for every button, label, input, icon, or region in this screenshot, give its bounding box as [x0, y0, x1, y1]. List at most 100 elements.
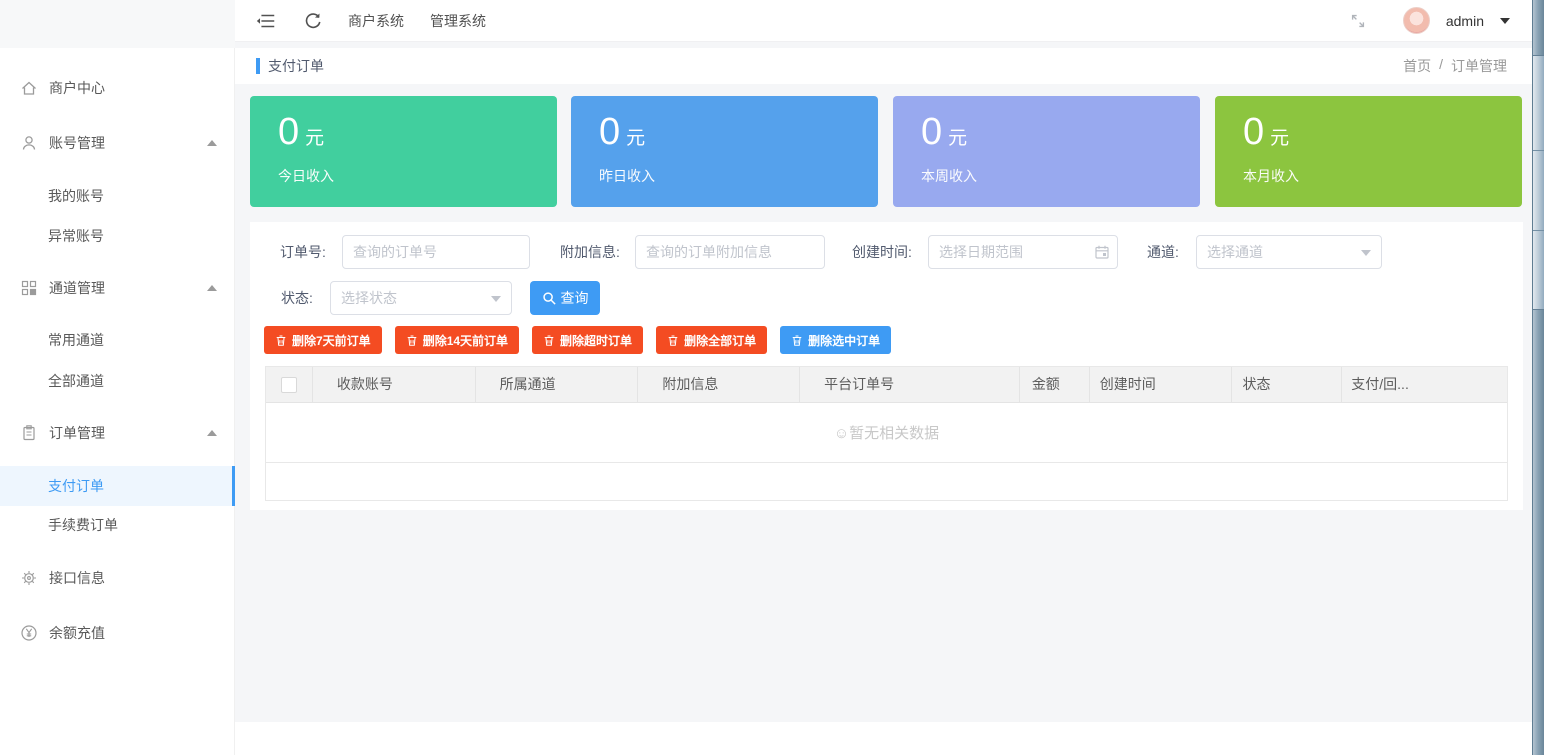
breadcrumb-home-link[interactable]: 首页 [1403, 56, 1431, 76]
user-icon [20, 134, 38, 152]
chevron-down-icon [1361, 250, 1371, 256]
search-button[interactable]: 查询 [530, 281, 600, 315]
breadcrumb: 首页 / 订单管理 [1403, 56, 1507, 76]
channel-select[interactable]: 选择通道 [1196, 235, 1382, 269]
trash-icon [543, 334, 555, 347]
trash-icon [406, 334, 418, 347]
fullscreen-icon[interactable] [1349, 12, 1367, 30]
stat-card-yesterday-income: 0元 昨日收入 [571, 96, 878, 207]
sidebar-item-balance-recharge[interactable]: 余额充值 [0, 613, 235, 653]
date-range-placeholder: 选择日期范围 [939, 244, 1023, 260]
sidebar-subitem-label: 手续费订单 [48, 515, 118, 535]
bulk-actions: 删除7天前订单 删除14天前订单 删除超时订单 删除全部订单 删除选中订单 [264, 326, 891, 354]
channel-label: 通道: [1147, 235, 1179, 269]
delete-7day-orders-button[interactable]: 删除7天前订单 [264, 326, 382, 354]
scrollbar-segment-line [1533, 150, 1544, 151]
table-blank-area [266, 463, 1507, 500]
stat-unit: 元 [1270, 128, 1289, 149]
sidebar-item-order-management[interactable]: 订单管理 [0, 413, 235, 453]
column-header-status: 状态 [1232, 367, 1342, 402]
orders-table: 收款账号 所属通道 附加信息 平台订单号 金额 创建时间 状态 支付/回... … [265, 366, 1508, 501]
extra-info-input[interactable] [635, 235, 825, 269]
chevron-down-icon [491, 296, 501, 302]
stat-unit: 元 [626, 128, 645, 149]
bulk-button-label: 删除超时订单 [560, 332, 632, 349]
sidebar-item-all-channels[interactable]: 全部通道 [0, 361, 235, 401]
sidebar-subitem-label: 支付订单 [48, 476, 104, 496]
gear-icon [20, 569, 38, 587]
trash-icon [791, 334, 803, 347]
sidebar-subitem-label: 异常账号 [48, 226, 104, 246]
sidebar-item-channel-management[interactable]: 通道管理 [0, 268, 235, 308]
stat-value: 0 [278, 111, 299, 153]
user-menu-caret-icon[interactable] [1500, 18, 1510, 24]
user-name: admin [1446, 13, 1484, 29]
status-select[interactable]: 选择状态 [330, 281, 512, 315]
yen-circle-icon [20, 624, 38, 642]
stat-unit: 元 [305, 128, 324, 149]
delete-timeout-orders-button[interactable]: 删除超时订单 [532, 326, 643, 354]
table-header-row: 收款账号 所属通道 附加信息 平台订单号 金额 创建时间 状态 支付/回... [266, 367, 1507, 403]
sidebar-item-my-accounts[interactable]: 我的账号 [0, 176, 235, 216]
title-accent-bar [256, 58, 260, 74]
sidebar-item-merchant-center[interactable]: 商户中心 [0, 68, 235, 108]
collapse-arrow-icon [207, 285, 217, 291]
sidebar-item-label: 订单管理 [49, 423, 105, 443]
calendar-icon [1094, 244, 1110, 260]
trash-icon [667, 334, 679, 347]
search-button-label: 查询 [561, 288, 589, 308]
collapse-arrow-icon [207, 140, 217, 146]
scrollbar-segment-line [1533, 230, 1544, 231]
tab-merchant-system[interactable]: 商户系统 [348, 11, 404, 31]
sidebar-item-api-info[interactable]: 接口信息 [0, 558, 235, 598]
sidebar-item-label: 余额充值 [49, 623, 105, 643]
bulk-button-label: 删除14天前订单 [423, 332, 508, 349]
table-header-checkbox-cell [266, 367, 313, 402]
sidebar-item-label: 接口信息 [49, 568, 105, 588]
vertical-scrollbar-track[interactable] [1532, 0, 1544, 755]
refresh-icon[interactable] [303, 11, 322, 30]
tab-admin-system[interactable]: 管理系统 [430, 11, 486, 31]
date-range-input[interactable]: 选择日期范围 [928, 235, 1118, 269]
stat-label: 本周收入 [921, 166, 977, 186]
column-header-extra-info: 附加信息 [638, 367, 800, 402]
user-avatar[interactable] [1403, 7, 1430, 34]
stat-card-today-income: 0元 今日收入 [250, 96, 557, 207]
stat-value: 0 [1243, 111, 1264, 153]
column-header-payee-account: 收款账号 [313, 367, 476, 402]
table-empty-state: ☺暂无相关数据 [266, 403, 1507, 463]
sidebar-item-label: 商户中心 [49, 78, 105, 98]
stat-unit: 元 [948, 128, 967, 149]
delete-selected-orders-button[interactable]: 删除选中订单 [780, 326, 891, 354]
sidebar-item-payment-orders[interactable]: 支付订单 [0, 466, 235, 506]
trash-icon [275, 334, 287, 347]
sidebar-item-label: 账号管理 [49, 133, 105, 153]
topbar: 商户系统 管理系统 admin [235, 0, 1532, 42]
status-placeholder: 选择状态 [341, 290, 397, 306]
stat-value: 0 [599, 111, 620, 153]
stat-value: 0 [921, 111, 942, 153]
column-header-channel: 所属通道 [476, 367, 639, 402]
breadcrumb-current: 订单管理 [1451, 56, 1507, 76]
select-all-checkbox[interactable] [281, 377, 297, 393]
sidebar-subitem-label: 常用通道 [48, 330, 104, 350]
order-no-input[interactable] [342, 235, 530, 269]
channel-placeholder: 选择通道 [1207, 244, 1263, 260]
vertical-scrollbar-thumb[interactable] [1533, 55, 1544, 310]
sidebar-item-account-management[interactable]: 账号管理 [0, 123, 235, 163]
page-title: 支付订单 [268, 56, 324, 76]
stat-label: 本月收入 [1243, 166, 1299, 186]
sidebar-fold-icon[interactable] [255, 10, 277, 32]
delete-14day-orders-button[interactable]: 删除14天前订单 [395, 326, 519, 354]
order-no-label: 订单号: [280, 235, 326, 269]
sidebar-item-fee-orders[interactable]: 手续费订单 [0, 505, 235, 545]
sidebar-item-common-channels[interactable]: 常用通道 [0, 320, 235, 360]
breadcrumb-separator: / [1439, 56, 1443, 76]
sidebar-item-label: 通道管理 [49, 278, 105, 298]
bulk-button-label: 删除7天前订单 [292, 332, 371, 349]
bulk-button-label: 删除选中订单 [808, 332, 880, 349]
created-time-label: 创建时间: [852, 235, 912, 269]
delete-all-orders-button[interactable]: 删除全部订单 [656, 326, 767, 354]
sidebar-item-abnormal-accounts[interactable]: 异常账号 [0, 216, 235, 256]
stat-label: 昨日收入 [599, 166, 655, 186]
